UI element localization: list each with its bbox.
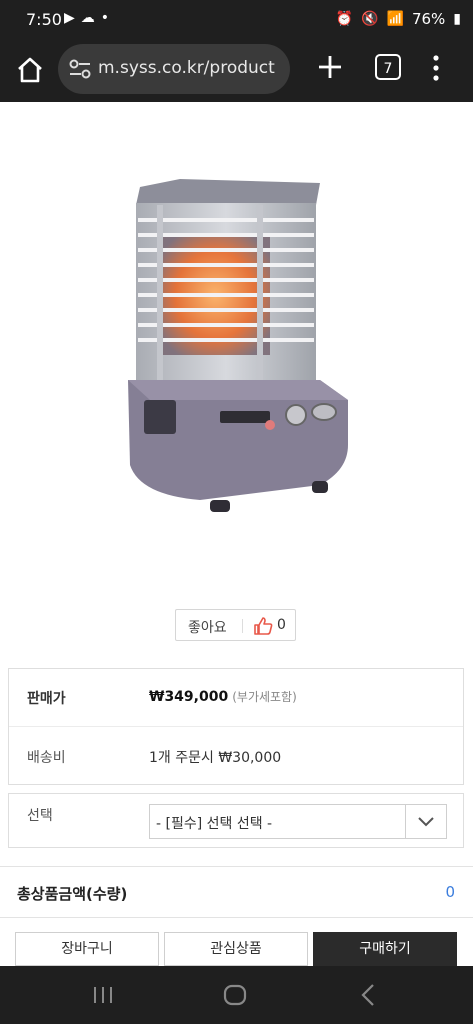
action-buttons: 장바구니 관심상품 구매하기 [0,932,473,966]
price-value: ₩349,000 [149,689,229,705]
buy-now-button[interactable]: 구매하기 [313,932,457,966]
product-image [128,179,348,512]
back-icon[interactable] [356,982,382,1008]
system-icons: ⏰ 🔇 📶 76% ▮ [336,10,461,28]
tab-count: 7 [383,61,393,77]
dot-icon: • [100,10,110,26]
wishlist-button[interactable]: 관심상품 [164,932,308,966]
home-icon[interactable] [14,54,46,86]
status-bar: 7:50 ▶ ☁ • ⏰ 🔇 📶 76% ▮ [0,0,473,40]
product-info-table: 판매가 ₩349,000 (부가세포함) 배송비 1개 주문시 ₩30,000 [8,668,464,785]
total-value: 0 [445,883,455,901]
shipping-value: 1개 주문시 ₩30,000 [149,750,282,766]
home-nav-icon[interactable] [222,982,248,1008]
mute-icon: 🔇 [361,11,379,27]
address-bar[interactable]: m.syss.co.kr/product [58,44,290,94]
option-selected-value: - [필수] 선택 선택 - [156,816,273,832]
system-nav-bar [0,966,473,1024]
chevron-down-icon[interactable] [405,805,446,838]
tax-note: (부가세포함) [232,690,297,704]
like-count: 0 [277,617,286,633]
youtube-icon: ▶ [64,10,75,26]
status-time: 7:50 [26,10,62,29]
price-label: 판매가 [27,691,66,707]
like-button[interactable]: 좋아요 0 [175,609,296,641]
shipping-label: 배송비 [27,750,66,766]
like-label: 좋아요 [188,620,227,636]
more-menu-icon[interactable] [430,54,442,82]
browser-toolbar: m.syss.co.kr/product 7 [0,40,473,102]
like-divider [242,619,243,633]
cart-button[interactable]: 장바구니 [15,932,159,966]
option-label: 선택 [27,808,53,824]
tab-switcher-button[interactable]: 7 [375,54,401,80]
recent-apps-icon[interactable] [90,982,116,1008]
new-tab-icon[interactable] [316,53,344,81]
total-label: 총상품금액(수량) [17,885,128,903]
thumbs-up-icon [254,617,273,635]
wifi-icon: 📶 [386,11,404,27]
site-settings-icon[interactable] [68,58,92,80]
battery-level: 76% [411,10,446,28]
option-select[interactable]: - [필수] 선택 선택 - [149,804,447,839]
battery-icon: ▮ [453,11,461,27]
url-text: m.syss.co.kr/product [98,58,275,78]
cloud-icon: ☁ [80,10,95,26]
option-row: 선택 - [필수] 선택 선택 - [8,793,464,848]
total-row: 총상품금액(수량) 0 [0,866,473,918]
alarm-icon: ⏰ [335,11,354,27]
notification-icons: ▶ ☁ • [64,10,109,26]
price-value-wrap: ₩349,000 (부가세포함) [149,688,297,705]
price-row: 판매가 ₩349,000 (부가세포함) [9,669,463,727]
